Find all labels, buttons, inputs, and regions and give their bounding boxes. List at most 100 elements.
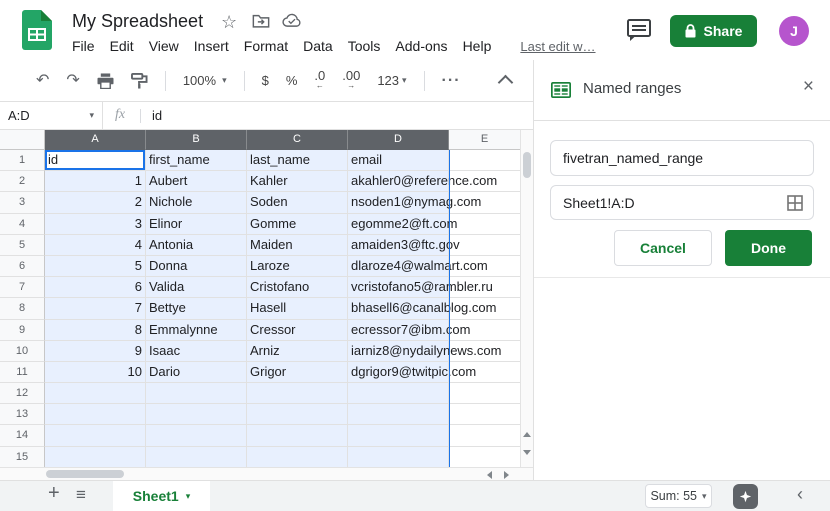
- explore-button[interactable]: [733, 484, 758, 509]
- vertical-scrollbar-thumb[interactable]: [523, 152, 531, 178]
- redo-icon[interactable]: ↷: [66, 73, 79, 89]
- cell-D12[interactable]: [348, 383, 449, 404]
- cell-A15[interactable]: [45, 447, 146, 468]
- more-toolbar-options-icon[interactable]: ···: [442, 72, 461, 90]
- column-header-B[interactable]: B: [146, 130, 247, 150]
- cell-C5[interactable]: Maiden: [247, 235, 348, 256]
- add-sheet-icon[interactable]: +: [48, 482, 60, 505]
- cell-A12[interactable]: [45, 383, 146, 404]
- cell-A5[interactable]: 4: [45, 235, 146, 256]
- column-header-A[interactable]: A: [45, 130, 146, 150]
- cell-C14[interactable]: [247, 425, 348, 446]
- cell-B7[interactable]: Valida: [146, 277, 247, 298]
- decrease-decimal-button[interactable]: .0 ←: [314, 70, 325, 91]
- cell-D10[interactable]: iarniz8@nydailynews.com: [348, 341, 449, 362]
- cell-B6[interactable]: Donna: [146, 256, 247, 277]
- scroll-left-icon[interactable]: [487, 471, 492, 479]
- cell-E3[interactable]: [449, 192, 521, 213]
- cell-A13[interactable]: [45, 404, 146, 425]
- row-header-2[interactable]: 2: [0, 171, 45, 192]
- format-percent-button[interactable]: %: [286, 73, 298, 88]
- saved-cloud-icon[interactable]: [282, 13, 302, 28]
- vertical-scrollbar[interactable]: [520, 130, 533, 467]
- cell-E7[interactable]: [449, 277, 521, 298]
- cell-D4[interactable]: egomme2@ft.com: [348, 214, 449, 235]
- horizontal-scrollbar-thumb[interactable]: [46, 470, 124, 478]
- cell-C9[interactable]: Cressor: [247, 320, 348, 341]
- hide-menus-icon[interactable]: [498, 75, 514, 91]
- row-header-7[interactable]: 7: [0, 277, 45, 298]
- cell-E14[interactable]: [449, 425, 521, 446]
- cell-B8[interactable]: Bettye: [146, 298, 247, 319]
- cell-E6[interactable]: [449, 256, 521, 277]
- cell-D9[interactable]: ecressor7@ibm.com: [348, 320, 449, 341]
- cell-C15[interactable]: [247, 447, 348, 468]
- cell-E10[interactable]: [449, 341, 521, 362]
- scroll-down-icon[interactable]: [523, 450, 531, 455]
- done-button[interactable]: Done: [725, 230, 812, 266]
- cell-A8[interactable]: 7: [45, 298, 146, 319]
- cell-B14[interactable]: [146, 425, 247, 446]
- cell-E2[interactable]: [449, 171, 521, 192]
- cell-E8[interactable]: [449, 298, 521, 319]
- undo-icon[interactable]: ↶: [36, 73, 49, 89]
- cell-A1[interactable]: id: [45, 150, 146, 171]
- cell-E5[interactable]: [449, 235, 521, 256]
- print-icon[interactable]: [97, 73, 114, 89]
- cell-E15[interactable]: [449, 447, 521, 468]
- select-data-range-icon[interactable]: [787, 195, 803, 211]
- menu-item-tools[interactable]: Tools: [348, 38, 381, 54]
- cell-C1[interactable]: last_name: [247, 150, 348, 171]
- cell-C13[interactable]: [247, 404, 348, 425]
- last-edit-link[interactable]: Last edit w…: [520, 39, 595, 54]
- cell-B1[interactable]: first_name: [146, 150, 247, 171]
- scroll-up-icon[interactable]: [523, 432, 531, 437]
- cell-E13[interactable]: [449, 404, 521, 425]
- cell-A4[interactable]: 3: [45, 214, 146, 235]
- cell-E12[interactable]: [449, 383, 521, 404]
- star-icon[interactable]: ☆: [221, 13, 237, 31]
- move-to-folder-icon[interactable]: [252, 13, 270, 29]
- sum-summary-button[interactable]: Sum: 55 ▾: [645, 484, 712, 508]
- menu-item-add-ons[interactable]: Add-ons: [395, 38, 447, 54]
- menu-item-file[interactable]: File: [72, 38, 95, 54]
- sheets-logo-icon[interactable]: [22, 10, 52, 50]
- menu-item-help[interactable]: Help: [463, 38, 492, 54]
- cell-C8[interactable]: Hasell: [247, 298, 348, 319]
- close-icon[interactable]: ×: [803, 77, 814, 96]
- scroll-right-icon[interactable]: [504, 471, 509, 479]
- sheet-tab[interactable]: Sheet1 ▾: [113, 481, 210, 511]
- cell-A2[interactable]: 1: [45, 171, 146, 192]
- row-header-1[interactable]: 1: [0, 150, 45, 171]
- cell-A3[interactable]: 2: [45, 192, 146, 213]
- cell-A6[interactable]: 5: [45, 256, 146, 277]
- menu-item-view[interactable]: View: [149, 38, 179, 54]
- cell-A11[interactable]: 10: [45, 362, 146, 383]
- cell-E9[interactable]: [449, 320, 521, 341]
- cell-C4[interactable]: Gomme: [247, 214, 348, 235]
- cell-E4[interactable]: [449, 214, 521, 235]
- cell-A14[interactable]: [45, 425, 146, 446]
- row-header-15[interactable]: 15: [0, 447, 45, 468]
- cell-D14[interactable]: [348, 425, 449, 446]
- menu-item-edit[interactable]: Edit: [110, 38, 134, 54]
- cell-A10[interactable]: 9: [45, 341, 146, 362]
- column-header-C[interactable]: C: [247, 130, 348, 150]
- cell-A7[interactable]: 6: [45, 277, 146, 298]
- cell-D7[interactable]: vcristofano5@rambler.ru: [348, 277, 449, 298]
- menu-item-data[interactable]: Data: [303, 38, 333, 54]
- row-header-14[interactable]: 14: [0, 425, 45, 446]
- increase-decimal-button[interactable]: .00 →: [342, 70, 360, 91]
- name-box[interactable]: A:D ▾: [0, 102, 103, 129]
- select-all-corner[interactable]: [0, 130, 45, 150]
- menu-item-format[interactable]: Format: [244, 38, 288, 54]
- cell-D6[interactable]: dlaroze4@walmart.com: [348, 256, 449, 277]
- cell-B3[interactable]: Nichole: [146, 192, 247, 213]
- cell-E11[interactable]: [449, 362, 521, 383]
- row-header-9[interactable]: 9: [0, 320, 45, 341]
- cell-C10[interactable]: Arniz: [247, 341, 348, 362]
- zoom-select[interactable]: 100% ▾: [183, 73, 227, 88]
- cell-B13[interactable]: [146, 404, 247, 425]
- cell-B9[interactable]: Emmalynne: [146, 320, 247, 341]
- cell-B10[interactable]: Isaac: [146, 341, 247, 362]
